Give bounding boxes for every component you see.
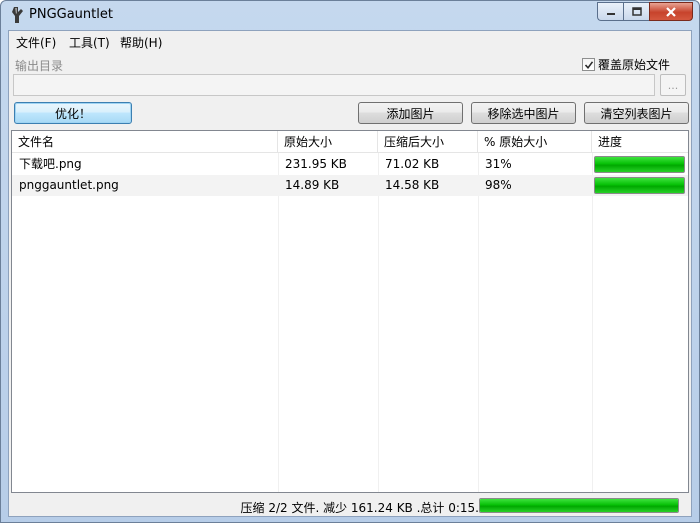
overall-progress-bar [479, 498, 679, 513]
column-header-filename[interactable]: 文件名 [12, 131, 278, 153]
app-gauntlet-icon [12, 7, 23, 23]
optimize-button[interactable]: 优化！ [14, 102, 132, 124]
app-window: PNGGauntlet 文件(F) 工具(T) 帮助(H) 输出目录 覆盖原始文… [0, 0, 700, 523]
column-divider [592, 153, 593, 492]
window-title: PNGGauntlet [29, 7, 113, 22]
overwrite-label: 覆盖原始文件 [598, 58, 671, 72]
menu-tools[interactable]: 工具(T) [69, 34, 110, 51]
column-header-compressed-size[interactable]: 压缩后大小 [378, 131, 478, 153]
clear-list-button[interactable]: 清空列表图片 [584, 102, 689, 124]
cell-compressed-size: 71.02 KB [385, 157, 440, 171]
browse-button[interactable]: ... [660, 74, 686, 96]
minimize-icon [606, 12, 615, 15]
column-header-original-size[interactable]: 原始大小 [278, 131, 378, 153]
column-divider [378, 153, 379, 492]
close-button[interactable] [649, 2, 693, 21]
maximize-button[interactable] [623, 2, 649, 21]
add-images-button[interactable]: 添加图片 [358, 102, 463, 124]
menu-file[interactable]: 文件(F) [16, 34, 56, 51]
overall-progress-fill [480, 499, 678, 512]
cell-original-size: 231.95 KB [285, 157, 347, 171]
column-divider [478, 153, 479, 492]
minimize-button[interactable] [597, 2, 623, 21]
cell-original-size: 14.89 KB [285, 178, 340, 192]
cell-filename: 下载吧.png [19, 157, 82, 171]
caption-buttons [597, 2, 693, 22]
status-text: 压缩 2/2 文件. 减少 161.24 KB .总计 0:15. [240, 501, 480, 515]
client-area: 文件(F) 工具(T) 帮助(H) 输出目录 覆盖原始文件 ... 优化！ 添加… [8, 30, 692, 517]
file-list[interactable]: 文件名 原始大小 压缩后大小 % 原始大小 进度 下载吧.png 231.95 … [11, 130, 689, 493]
column-divider [278, 153, 279, 492]
list-header: 文件名 原始大小 压缩后大小 % 原始大小 进度 [12, 131, 688, 153]
checkmark-icon [584, 60, 593, 69]
menu-bar: 文件(F) 工具(T) 帮助(H) [9, 31, 691, 51]
output-directory-input[interactable] [13, 74, 655, 96]
overwrite-checkbox[interactable] [582, 58, 595, 71]
close-icon [666, 6, 676, 17]
overwrite-original-option[interactable]: 覆盖原始文件 [582, 56, 670, 73]
menu-help[interactable]: 帮助(H) [120, 34, 162, 51]
cell-percent: 98% [485, 178, 512, 192]
title-bar[interactable]: PNGGauntlet [1, 1, 699, 29]
cell-filename: pnggauntlet.png [19, 178, 119, 192]
cell-compressed-size: 14.58 KB [385, 178, 440, 192]
maximize-icon [631, 6, 642, 16]
column-header-percent[interactable]: % 原始大小 [478, 131, 592, 153]
remove-selected-button[interactable]: 移除选中图片 [471, 102, 576, 124]
table-row[interactable]: 下载吧.png 231.95 KB 71.02 KB 31% [12, 154, 688, 175]
row-progress-bar [594, 177, 685, 194]
output-directory-label: 输出目录 [15, 59, 64, 73]
status-bar: 压缩 2/2 文件. 减少 161.24 KB .总计 0:15. [9, 496, 691, 516]
row-progress-bar [594, 156, 685, 173]
column-header-progress[interactable]: 进度 [592, 131, 688, 153]
table-row[interactable]: pnggauntlet.png 14.89 KB 14.58 KB 98% [12, 175, 688, 196]
cell-percent: 31% [485, 157, 512, 171]
